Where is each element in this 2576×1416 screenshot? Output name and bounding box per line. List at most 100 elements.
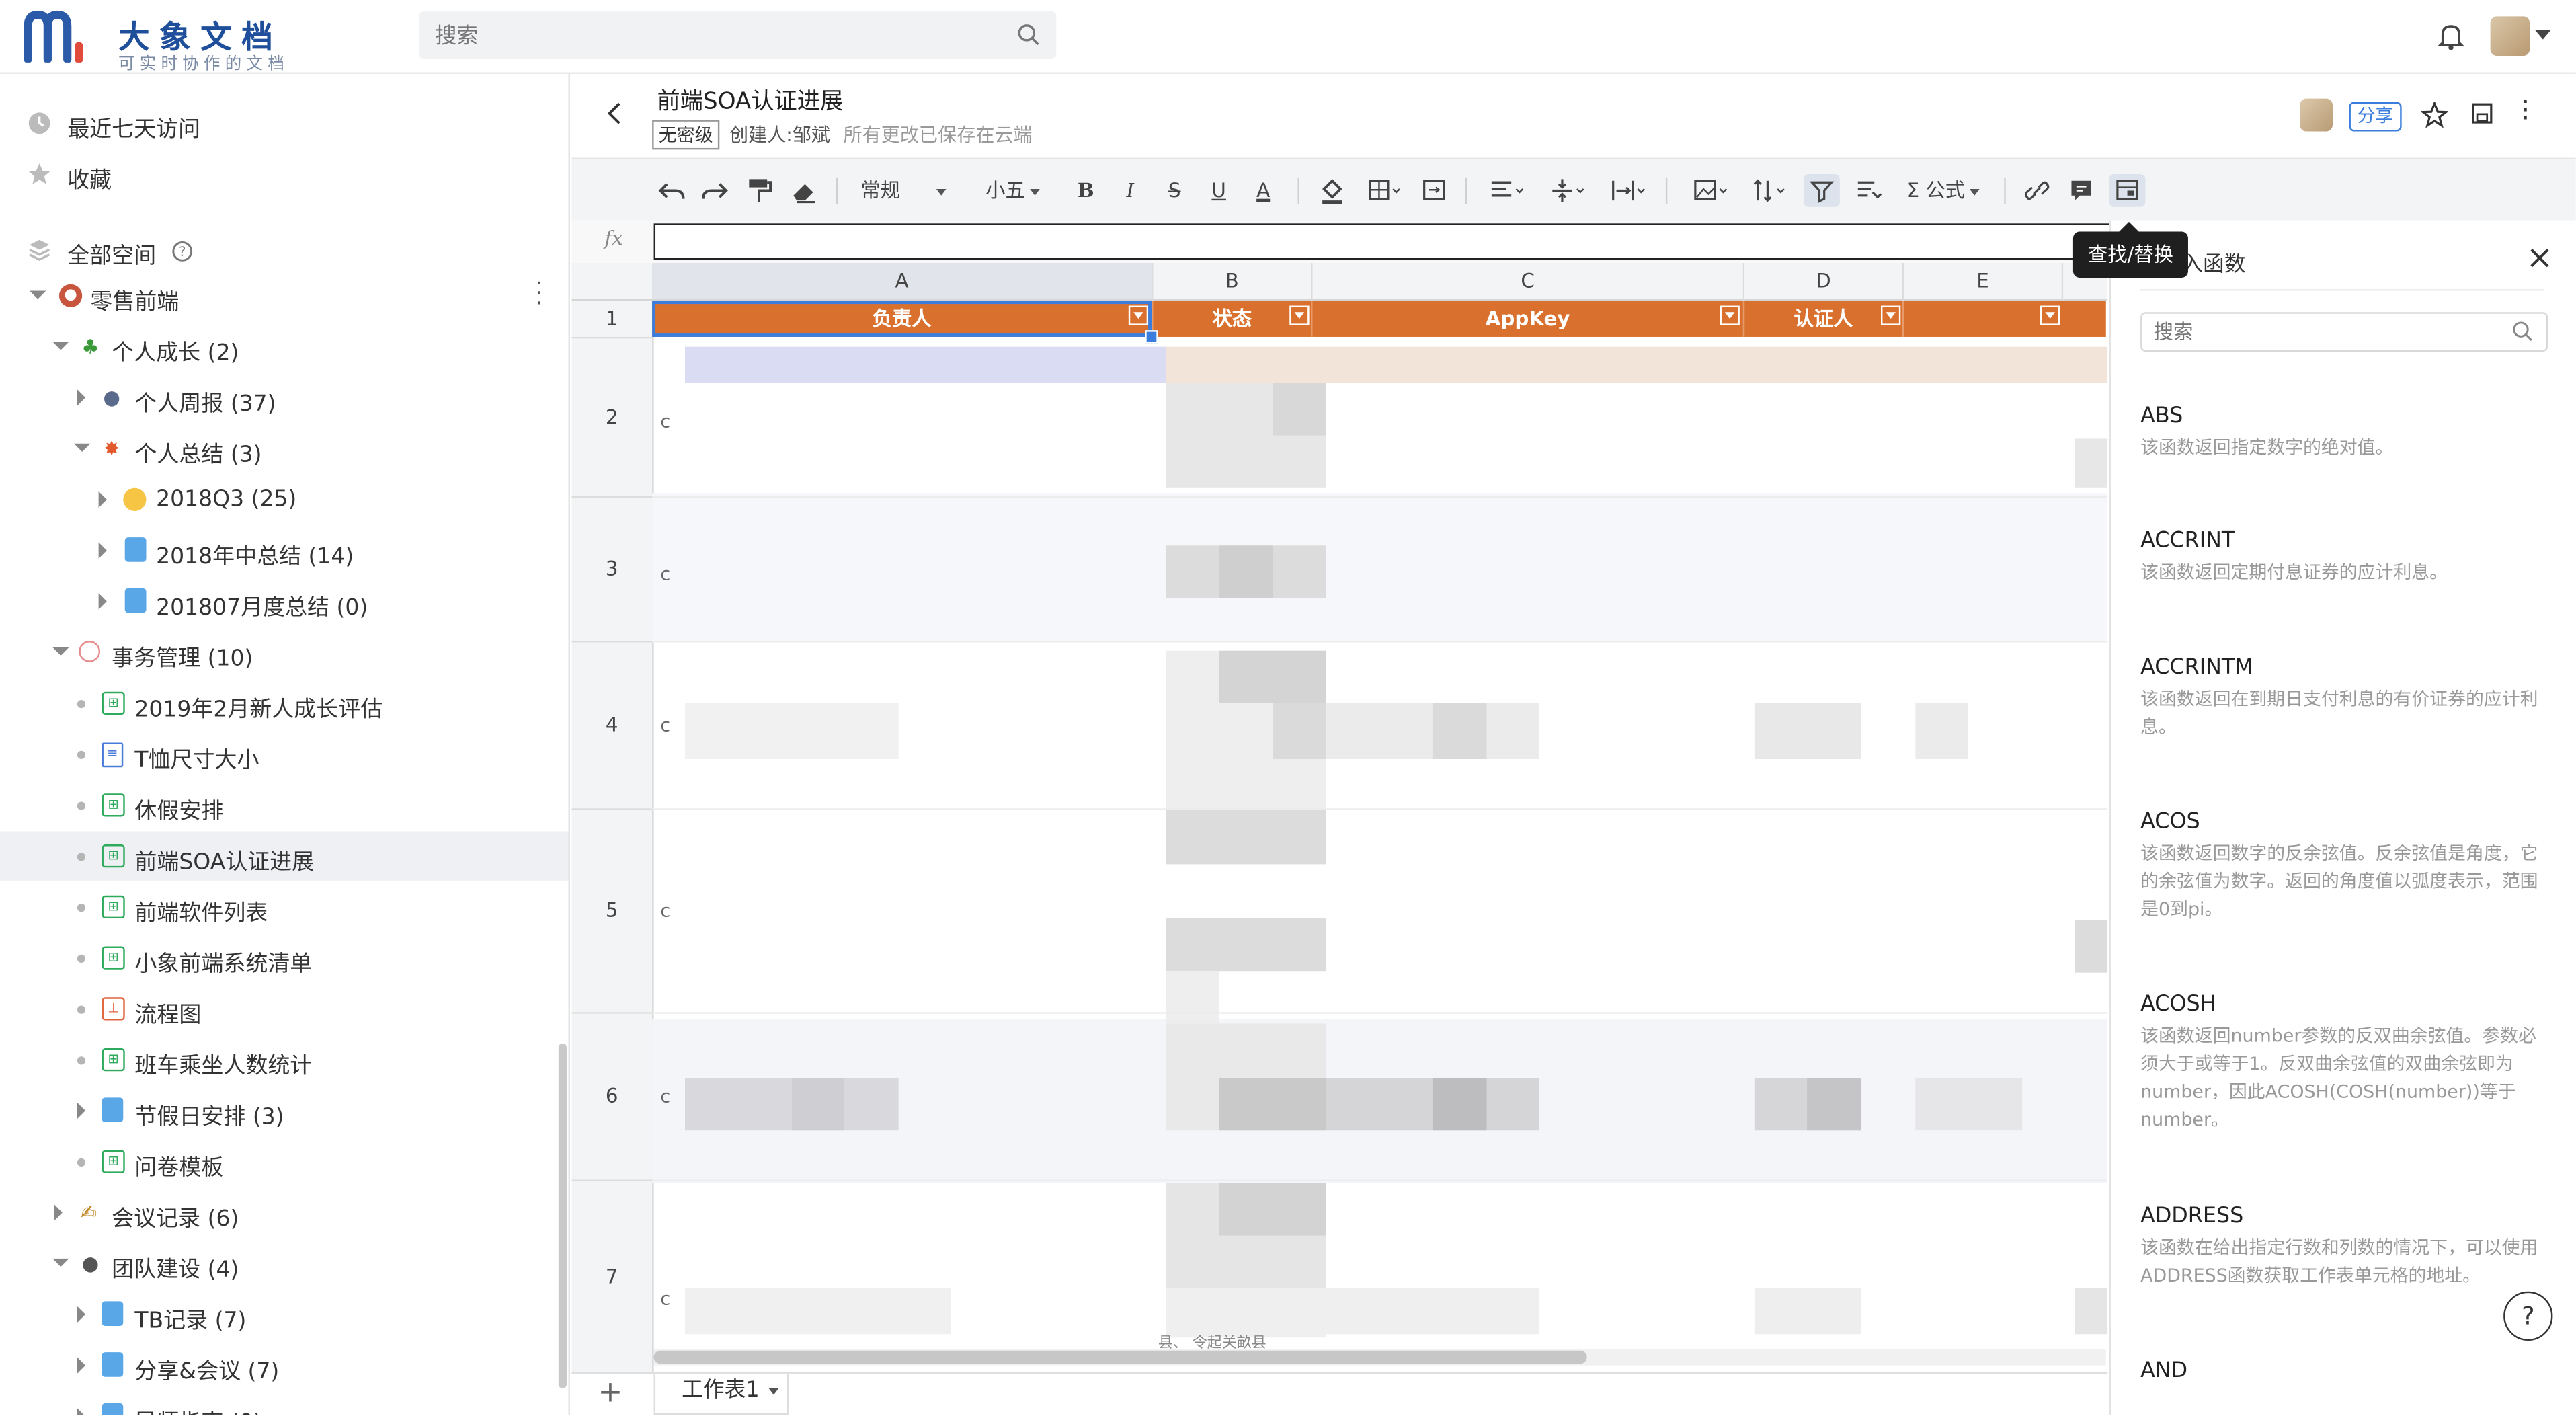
row-header-5[interactable]: 5 xyxy=(571,810,654,1014)
expand-caret-icon[interactable] xyxy=(98,542,107,559)
sheet-tab[interactable]: 工作表1 xyxy=(653,1373,789,1415)
sidebar-item-system-list[interactable]: ⊞ 小象前端系统清单 xyxy=(0,933,569,982)
expand-caret-icon[interactable] xyxy=(77,1306,86,1323)
sidebar-item-affairs[interactable]: 事务管理 (10) xyxy=(0,627,569,676)
sidebar-item-tb-records[interactable]: TB记录 (7) xyxy=(0,1290,569,1339)
expand-caret-icon[interactable] xyxy=(54,1204,63,1221)
function-name-acosh[interactable]: ACOSH xyxy=(2140,992,2216,1017)
user-menu-caret-icon[interactable] xyxy=(2534,29,2552,40)
search-icon[interactable] xyxy=(1017,23,1040,46)
cell-a2-text[interactable]: c xyxy=(660,411,670,432)
function-name-abs[interactable]: ABS xyxy=(2140,404,2183,429)
function-name-address[interactable]: ADDRESS xyxy=(2140,1204,2243,1229)
cell-a5-text[interactable]: c xyxy=(660,900,670,922)
global-search-input[interactable] xyxy=(419,11,1014,63)
column-header-d[interactable]: D xyxy=(1744,262,1904,301)
sidebar-item-2018q3[interactable]: 2018Q3 (25) xyxy=(0,475,569,524)
horizontal-scroll-thumb[interactable] xyxy=(653,1350,1587,1364)
fill-handle[interactable] xyxy=(1145,330,1158,344)
sidebar-item-soa-progress[interactable]: ⊞ 前端SOA认证进展 xyxy=(0,831,569,881)
sidebar-item-holidays[interactable]: 节假日安排 (3) xyxy=(0,1086,569,1135)
function-name-acos[interactable]: ACOS xyxy=(2140,810,2200,835)
cell-a4-text[interactable]: c xyxy=(660,715,670,736)
cell-a6-text[interactable]: c xyxy=(660,1086,670,1107)
undo-icon[interactable] xyxy=(657,174,686,207)
header-cell-appkey[interactable]: AppKey xyxy=(1312,301,1745,337)
sidebar-item-weekly-report[interactable]: ● 个人周报 (37) xyxy=(0,373,569,422)
comment-icon[interactable] xyxy=(2068,174,2095,207)
expand-caret-icon[interactable] xyxy=(98,593,107,610)
merge-cells-icon[interactable] xyxy=(1421,174,1447,207)
link-icon[interactable] xyxy=(2024,174,2050,207)
filter-dropdown-icon[interactable] xyxy=(2040,305,2060,325)
sidebar-recent[interactable]: 最近七天访问 xyxy=(0,99,569,148)
sort-icon[interactable] xyxy=(1751,174,1791,207)
sidebar-item-newcomer-eval[interactable]: ⊞ 2019年2月新人成长评估 xyxy=(0,678,569,727)
sidebar-item-2018-midyear[interactable]: 2018年中总结 (14) xyxy=(0,526,569,575)
expand-caret-icon[interactable] xyxy=(77,1408,86,1415)
sidebar-item-personal-growth[interactable]: ♣ 个人成长 (2) xyxy=(0,322,569,371)
expand-caret-icon[interactable] xyxy=(77,389,86,406)
sidebar-item-team-building[interactable]: ● 团队建设 (4) xyxy=(0,1239,569,1288)
borders-icon[interactable] xyxy=(1367,174,1403,207)
collapse-caret-icon[interactable] xyxy=(52,1258,69,1267)
sidebar-item-sharing-meetings[interactable]: 分享&会议 (7) xyxy=(0,1341,569,1390)
redo-icon[interactable] xyxy=(700,174,729,207)
header-cell-e[interactable] xyxy=(1904,301,2106,337)
row-header-7[interactable]: 7 xyxy=(571,1181,654,1372)
expand-caret-icon[interactable] xyxy=(77,1357,86,1374)
collapse-caret-icon[interactable] xyxy=(52,647,69,656)
column-header-e[interactable]: E xyxy=(1904,262,2064,301)
function-panel-button[interactable] xyxy=(2109,174,2146,207)
row-header-6[interactable]: 6 xyxy=(571,1013,654,1181)
sidebar-all-spaces[interactable]: 全部空间 ? xyxy=(0,225,569,274)
function-search[interactable] xyxy=(2140,312,2548,352)
filter-dropdown-icon[interactable] xyxy=(1289,305,1310,325)
add-sheet-button[interactable]: + xyxy=(598,1375,622,1409)
star-icon[interactable] xyxy=(2421,102,2448,128)
notification-bell-icon[interactable] xyxy=(2436,22,2466,51)
column-header-c[interactable]: C xyxy=(1312,262,1745,301)
help-circle-icon[interactable]: ? xyxy=(171,240,194,263)
column-header-a[interactable]: A xyxy=(652,262,1154,301)
cell-a7-text[interactable]: c xyxy=(660,1288,670,1310)
search-icon[interactable] xyxy=(2511,321,2533,342)
help-button[interactable]: ? xyxy=(2503,1291,2553,1341)
font-color-button[interactable]: A xyxy=(1252,174,1275,207)
fill-color-icon[interactable] xyxy=(1319,174,1345,207)
back-arrow-icon[interactable] xyxy=(604,102,624,125)
sidebar-item-mentor-guide[interactable]: 导师指南 (0) xyxy=(0,1392,569,1415)
formula-button[interactable]: Σ 公式 xyxy=(1902,174,1984,207)
collapse-caret-icon[interactable] xyxy=(73,443,91,453)
sidebar-item-tshirt-size[interactable]: ≡ T恤尺寸大小 xyxy=(0,730,569,779)
header-cell-status[interactable]: 状态 xyxy=(1153,301,1313,337)
align-icon[interactable] xyxy=(1488,174,1528,207)
chevron-down-icon[interactable] xyxy=(769,1387,780,1394)
eraser-icon[interactable] xyxy=(790,174,816,207)
select-all-corner[interactable] xyxy=(571,262,654,301)
number-format-select[interactable]: 常规 xyxy=(860,174,959,207)
function-name-accrint[interactable]: ACCRINT xyxy=(2140,529,2235,554)
sidebar-item-software-list[interactable]: ⊞ 前端软件列表 xyxy=(0,882,569,931)
italic-button[interactable]: I xyxy=(1119,174,1141,207)
collapse-caret-icon[interactable] xyxy=(29,290,46,299)
text-wrap-icon[interactable] xyxy=(1610,174,1650,207)
sidebar-item-201807[interactable]: 201807月度总结 (0) xyxy=(0,577,569,626)
conditional-format-icon[interactable] xyxy=(1855,174,1884,207)
sidebar-favorites[interactable]: 收藏 xyxy=(0,149,569,198)
sidebar-item-flowchart[interactable]: ⊥ 流程图 xyxy=(0,984,569,1033)
collaborator-avatar[interactable] xyxy=(2300,98,2333,132)
expand-caret-icon[interactable] xyxy=(98,491,107,508)
function-name-accrintm[interactable]: ACCRINTM xyxy=(2140,656,2253,680)
strikethrough-button[interactable]: S xyxy=(1163,174,1186,207)
row-header-2[interactable]: 2 xyxy=(571,338,654,498)
filter-dropdown-icon[interactable] xyxy=(1881,305,1901,325)
underline-button[interactable]: U xyxy=(1207,174,1230,207)
sidebar-item-shuttle-stats[interactable]: ⊞ 班车乘坐人数统计 xyxy=(0,1035,569,1085)
expand-caret-icon[interactable] xyxy=(77,1102,86,1119)
row-header-1[interactable]: 1 xyxy=(571,301,654,339)
vertical-align-icon[interactable] xyxy=(1549,174,1588,207)
format-painter-icon[interactable] xyxy=(746,174,772,207)
app-logo[interactable]: 大象文档 可实时协作的文档 xyxy=(23,10,286,74)
more-vertical-icon[interactable]: · · · xyxy=(536,273,543,316)
